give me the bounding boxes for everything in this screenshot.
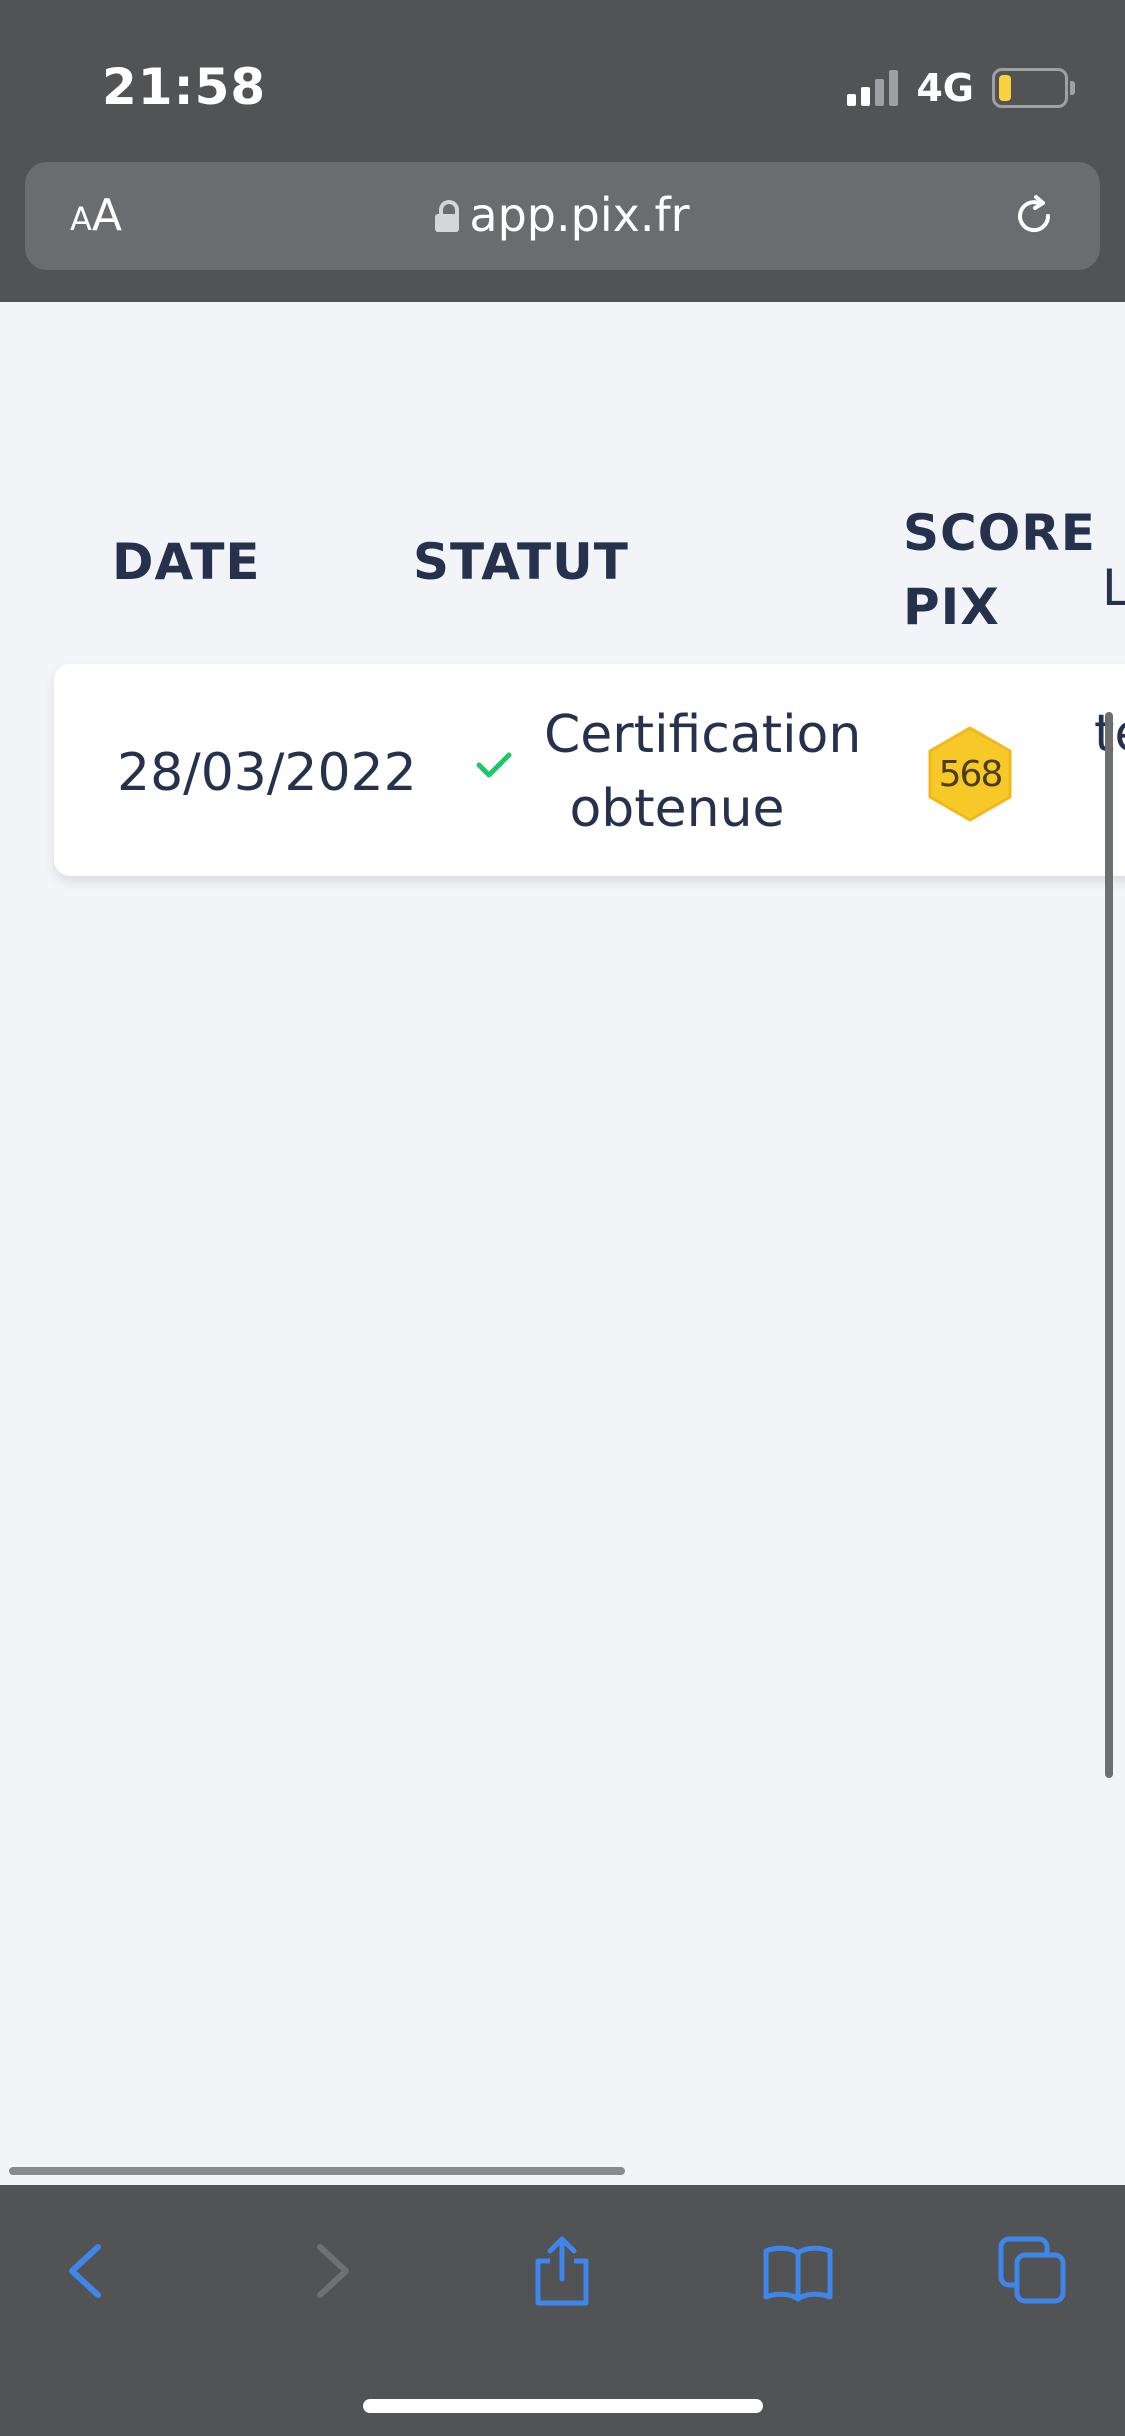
header-date: DATE — [112, 533, 261, 591]
forward-icon[interactable] — [292, 2233, 368, 2309]
lock-icon — [435, 200, 460, 232]
header-status: STATUT — [413, 533, 629, 591]
network-type: 4G — [916, 66, 974, 110]
battery-level — [999, 75, 1011, 101]
browser-toolbar — [0, 2185, 1125, 2436]
check-icon — [476, 752, 512, 778]
table-row[interactable]: 28/03/2022 Certification obtenue 568 te — [54, 664, 1125, 876]
url-text: app.pix.fr — [469, 188, 690, 242]
address-bar[interactable]: AA app.pix.fr — [25, 162, 1100, 270]
horizontal-scrollbar[interactable] — [9, 2167, 625, 2175]
url-display[interactable]: app.pix.fr — [25, 188, 1100, 242]
bookmarks-icon[interactable] — [760, 2233, 836, 2309]
row-status: Certification obtenue — [544, 705, 862, 839]
header-score-pix: SCORE PIX — [903, 504, 1096, 636]
score-badge: 568 — [920, 724, 1020, 824]
status-indicators: 4G — [847, 66, 1075, 110]
tabs-icon[interactable] — [995, 2233, 1071, 2309]
battery-icon — [992, 68, 1075, 108]
header-next-partial: L — [1102, 559, 1125, 617]
share-icon[interactable] — [524, 2233, 600, 2309]
browser-top-chrome: 21:58 4G AA app.pix.fr — [0, 0, 1125, 302]
row-date: 28/03/2022 — [117, 743, 417, 803]
table-header: DATE STATUT SCORE PIX L — [0, 480, 1125, 650]
back-icon[interactable] — [50, 2233, 126, 2309]
score-value: 568 — [938, 753, 1004, 795]
reload-icon[interactable] — [1010, 192, 1058, 240]
status-time: 21:58 — [102, 58, 267, 116]
signal-icon — [847, 70, 899, 106]
home-indicator — [363, 2399, 763, 2413]
vertical-scrollbar[interactable] — [1105, 712, 1113, 1778]
